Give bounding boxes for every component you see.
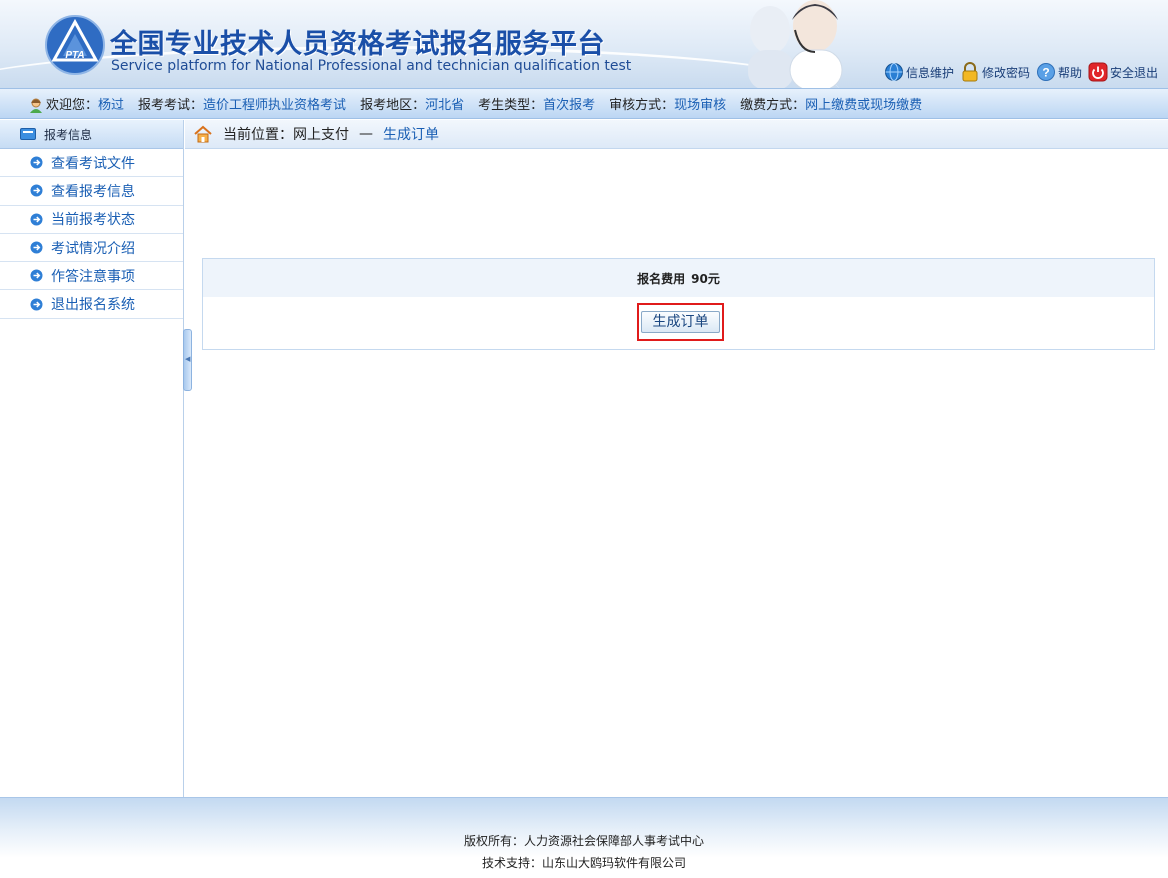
help-icon: ? bbox=[1036, 63, 1055, 81]
arrow-circle-icon bbox=[30, 184, 43, 197]
envelope-icon bbox=[20, 128, 36, 140]
payment-method-info: 缴费方式：网上缴费或现场缴费 bbox=[740, 98, 923, 113]
sidebar-item-exit-system[interactable]: 退出报名系统 bbox=[0, 290, 183, 319]
power-icon bbox=[1088, 62, 1108, 82]
arrow-circle-icon bbox=[30, 213, 43, 226]
exam-info: 报考考试：造价工程师执业资格考试 bbox=[138, 98, 347, 113]
change-password-link[interactable]: 修改密码 bbox=[960, 62, 1030, 82]
breadcrumb-parent: 网上支付 bbox=[293, 127, 349, 143]
arrow-circle-icon bbox=[30, 156, 43, 169]
svg-text:PTA: PTA bbox=[65, 50, 84, 61]
welcome-info: 欢迎您：杨过 bbox=[46, 98, 125, 113]
breadcrumb: 当前位置： 网上支付 — 生成订单 bbox=[185, 120, 1168, 149]
user-icon bbox=[30, 98, 42, 113]
arrow-circle-icon bbox=[30, 298, 43, 311]
breadcrumb-prefix: 当前位置： bbox=[223, 127, 293, 143]
sidebar-collapse-handle[interactable]: ◀ bbox=[183, 329, 192, 391]
pta-logo: PTA bbox=[45, 15, 105, 75]
site-subtitle: Service platform for National Profession… bbox=[111, 58, 632, 74]
user-info-bar: 欢迎您：杨过 报考考试：造价工程师执业资格考试 报考地区：河北省 考生类型：首次… bbox=[0, 88, 1168, 119]
candidate-type-info: 考生类型：首次报考 bbox=[478, 98, 596, 113]
lock-icon bbox=[962, 62, 978, 82]
region-info: 报考地区：河北省 bbox=[360, 98, 465, 113]
fee-panel: 报名费用 90元 生成订单 bbox=[202, 258, 1155, 350]
info-maintain-link[interactable]: 信息维护 bbox=[884, 62, 954, 82]
header-banner: PTA 全国专业技术人员资格考试报名服务平台 Service platform … bbox=[0, 0, 1168, 88]
highlight-box: 生成订单 bbox=[637, 303, 724, 341]
sidebar: 报考信息 查看考试文件 查看报考信息 当前报考状态 考试情况介绍 作答注意事项 … bbox=[0, 120, 184, 797]
review-method-info: 审核方式：现场审核 bbox=[609, 98, 727, 113]
sidebar-header: 报考信息 bbox=[0, 120, 183, 149]
footer: 版权所有：人力资源社会保障部人事考试中心 技术支持：山东山大鸥玛软件有限公司 bbox=[0, 797, 1168, 878]
chevron-left-icon: ◀ bbox=[185, 355, 191, 363]
fee-row: 报名费用 90元 bbox=[203, 259, 1154, 297]
user-name: 杨过 bbox=[98, 98, 125, 113]
arrow-circle-icon bbox=[30, 269, 43, 282]
breadcrumb-current: 生成订单 bbox=[383, 127, 439, 143]
sidebar-item-view-registration-info[interactable]: 查看报考信息 bbox=[0, 177, 183, 206]
globe-icon bbox=[884, 63, 903, 81]
arrow-circle-icon bbox=[30, 241, 43, 254]
breadcrumb-separator: — bbox=[359, 126, 373, 142]
generate-order-button[interactable]: 生成订单 bbox=[641, 311, 720, 333]
home-icon bbox=[194, 125, 212, 143]
tech-support-text: 技术支持：山东山大鸥玛软件有限公司 bbox=[481, 856, 686, 870]
fee-label: 报名费用 bbox=[637, 271, 686, 286]
fee-amount: 90元 bbox=[691, 271, 720, 286]
sidebar-item-view-exam-files[interactable]: 查看考试文件 bbox=[0, 149, 183, 178]
help-link[interactable]: ? 帮助 bbox=[1036, 62, 1082, 82]
sidebar-item-registration-status[interactable]: 当前报考状态 bbox=[0, 205, 183, 234]
copyright-text: 版权所有：人力资源社会保障部人事考试中心 bbox=[463, 834, 704, 848]
sidebar-item-exam-introduction[interactable]: 考试情况介绍 bbox=[0, 233, 183, 263]
logout-link[interactable]: 安全退出 bbox=[1088, 62, 1158, 82]
site-title: 全国专业技术人员资格考试报名服务平台 bbox=[110, 29, 605, 60]
svg-text:?: ? bbox=[1042, 66, 1049, 80]
top-links: 信息维护 修改密码 ? 帮助 安全退出 bbox=[884, 62, 1158, 82]
sidebar-item-answer-notes[interactable]: 作答注意事项 bbox=[0, 262, 183, 291]
